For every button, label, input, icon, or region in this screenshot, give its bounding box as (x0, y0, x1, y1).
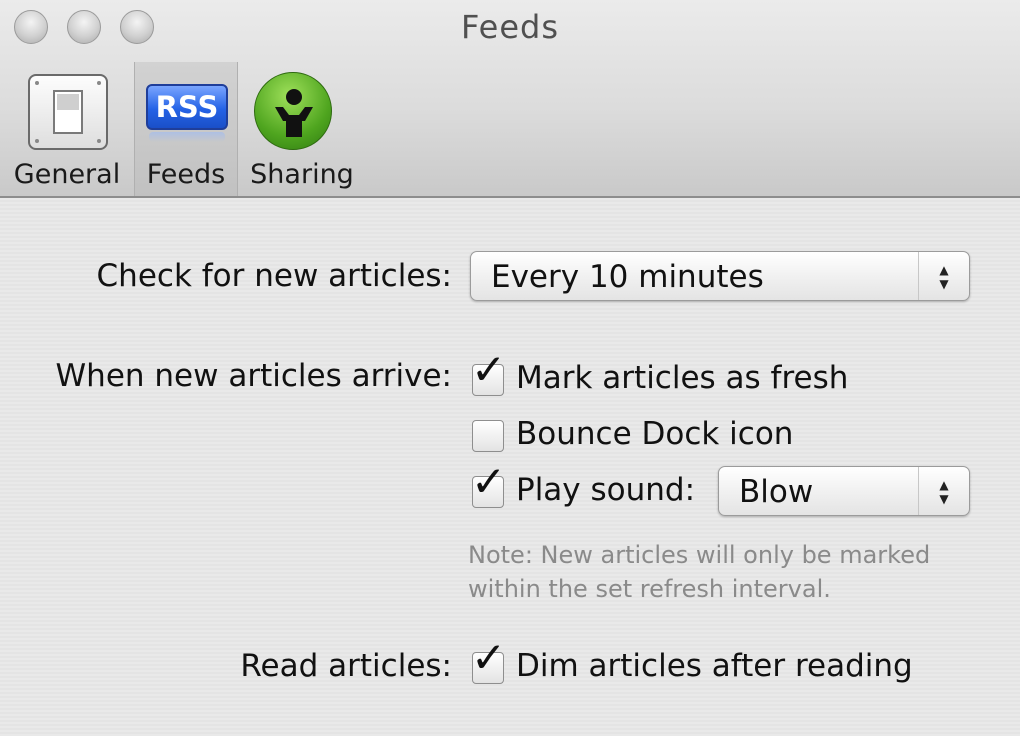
new-articles-label: When new articles arrive: (55, 358, 452, 394)
play-sound-label[interactable]: Play sound: (516, 472, 695, 508)
toolbar-label-sharing: Sharing (250, 159, 354, 190)
dim-articles-checkbox[interactable]: ✓ (471, 637, 506, 684)
read-articles-label: Read articles: (240, 648, 452, 684)
dim-articles-label[interactable]: Dim articles after reading (516, 648, 913, 684)
bounce-dock-checkbox[interactable] (472, 420, 504, 452)
toolbar-label-general: General (13, 159, 121, 190)
checkmark-icon: ✓ (471, 457, 507, 506)
popup-arrows-icon: ▲ ▼ (918, 252, 969, 300)
refresh-note-line1: Note: New articles will only be marked (468, 541, 931, 569)
sound-popup[interactable]: Blow ▲ ▼ (718, 466, 970, 516)
play-sound-checkbox[interactable]: ✓ (471, 461, 506, 508)
window-titlebar-toolbar: Feeds General RSS Feeds Sharing (0, 0, 1020, 198)
toolbar-item-feeds[interactable]: RSS Feeds (134, 62, 238, 196)
window-title: Feeds (460, 8, 559, 46)
sound-value: Blow (739, 474, 814, 510)
check-interval-popup[interactable]: Every 10 minutes ▲ ▼ (470, 251, 970, 301)
checkmark-icon: ✓ (471, 345, 507, 394)
rss-icon: RSS (146, 84, 228, 130)
toolbar-label-feeds: Feeds (146, 159, 226, 190)
mark-fresh-label[interactable]: Mark articles as fresh (516, 360, 848, 396)
checkmark-icon: ✓ (471, 633, 507, 682)
bounce-dock-label[interactable]: Bounce Dock icon (516, 416, 793, 452)
mark-fresh-checkbox[interactable]: ✓ (471, 349, 506, 396)
check-interval-value: Every 10 minutes (491, 259, 764, 295)
toolbar-item-sharing[interactable]: Sharing (240, 62, 364, 196)
toolbar-item-general[interactable]: General (0, 62, 134, 196)
preferences-pane: Check for new articles: Every 10 minutes… (0, 198, 1020, 736)
popup-arrows-icon: ▲ ▼ (918, 467, 969, 515)
switch-icon (28, 74, 108, 150)
person-sharing-icon (254, 72, 332, 150)
refresh-note-line2: within the set refresh interval. (468, 575, 831, 603)
check-articles-label: Check for new articles: (96, 258, 452, 294)
